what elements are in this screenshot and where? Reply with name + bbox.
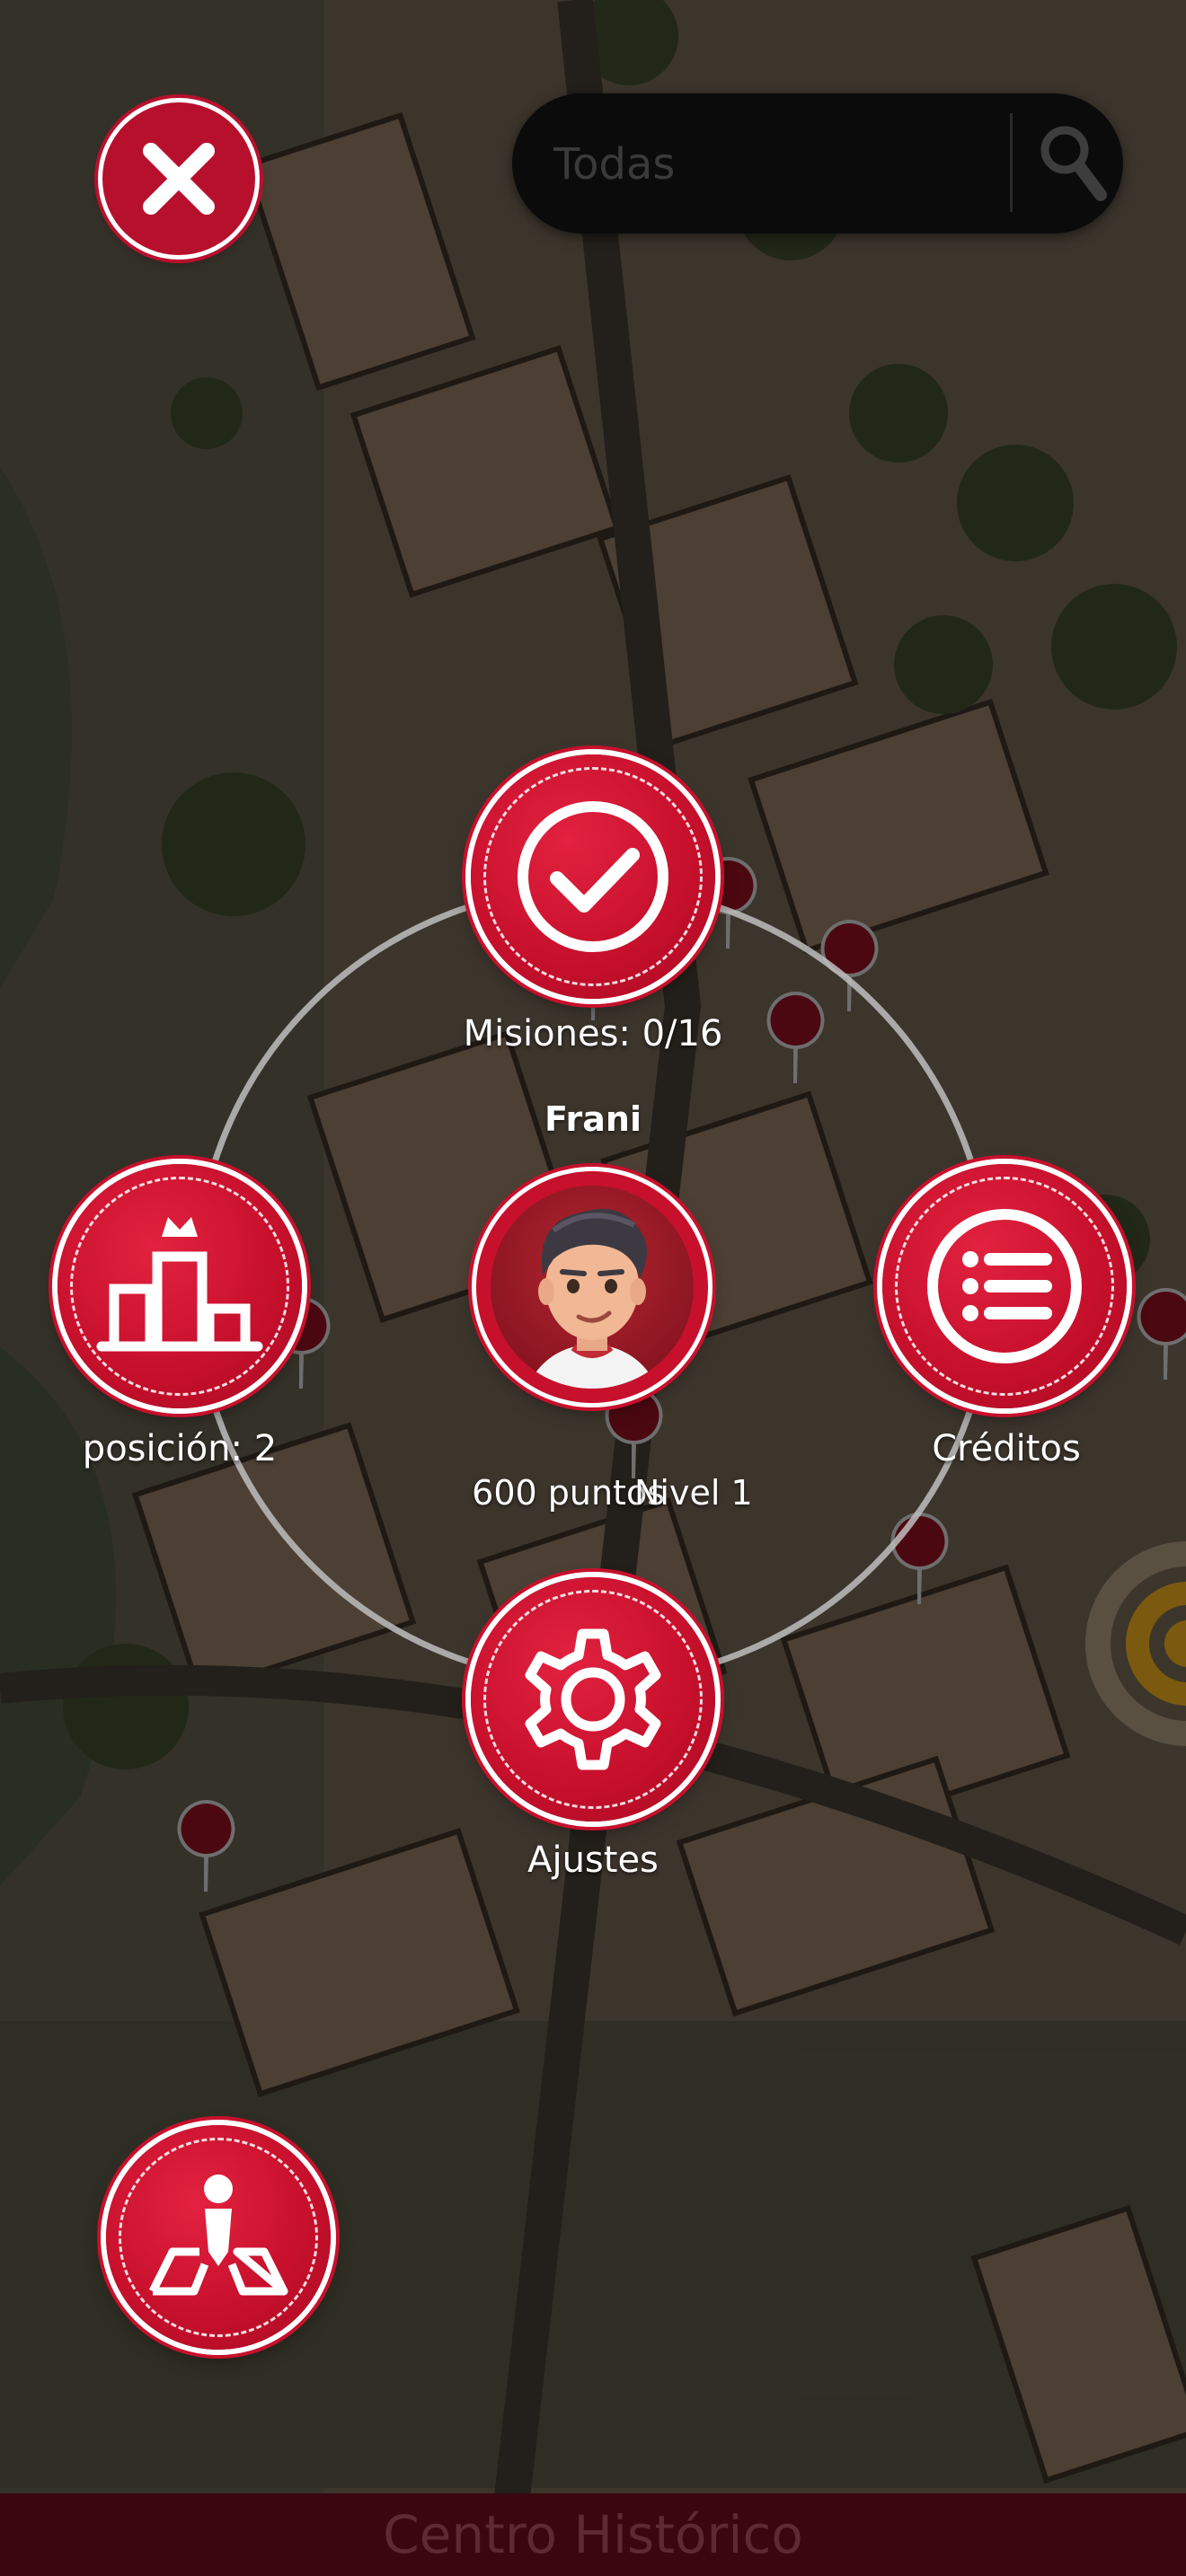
avatar-image xyxy=(491,1186,694,1389)
search-bar xyxy=(512,93,1123,234)
gear-icon xyxy=(525,1628,661,1770)
settings-button[interactable] xyxy=(471,1577,715,1822)
podium-crown-icon xyxy=(96,1217,263,1352)
map-person-icon xyxy=(148,2175,288,2296)
search-icon xyxy=(1040,126,1107,201)
settings-label: Ajustes xyxy=(527,1839,659,1881)
close-icon xyxy=(143,143,215,215)
missions-button[interactable] xyxy=(471,754,715,999)
ranking-button[interactable] xyxy=(58,1164,302,1408)
list-icon xyxy=(927,1209,1082,1363)
search-divider xyxy=(1010,113,1013,212)
level-label: Nivel 1 xyxy=(634,1473,753,1513)
credits-button[interactable] xyxy=(882,1164,1127,1408)
checkmark-icon xyxy=(518,801,668,952)
username: Frani xyxy=(544,1099,642,1139)
close-button[interactable] xyxy=(102,102,255,255)
map-locate-button[interactable] xyxy=(106,2125,331,2350)
points-label: 600 puntos xyxy=(472,1473,665,1513)
search-button[interactable] xyxy=(1033,119,1114,208)
credits-label: Créditos xyxy=(932,1428,1081,1469)
search-input[interactable] xyxy=(552,128,1022,201)
bottom-bar: Centro Histórico xyxy=(0,2493,1186,2576)
zone-name-label: Centro Histórico xyxy=(383,2504,803,2565)
missions-label: Misiones: 0/16 xyxy=(463,1013,723,1054)
ranking-label: posición: 2 xyxy=(82,1428,278,1469)
avatar[interactable] xyxy=(476,1171,708,1403)
